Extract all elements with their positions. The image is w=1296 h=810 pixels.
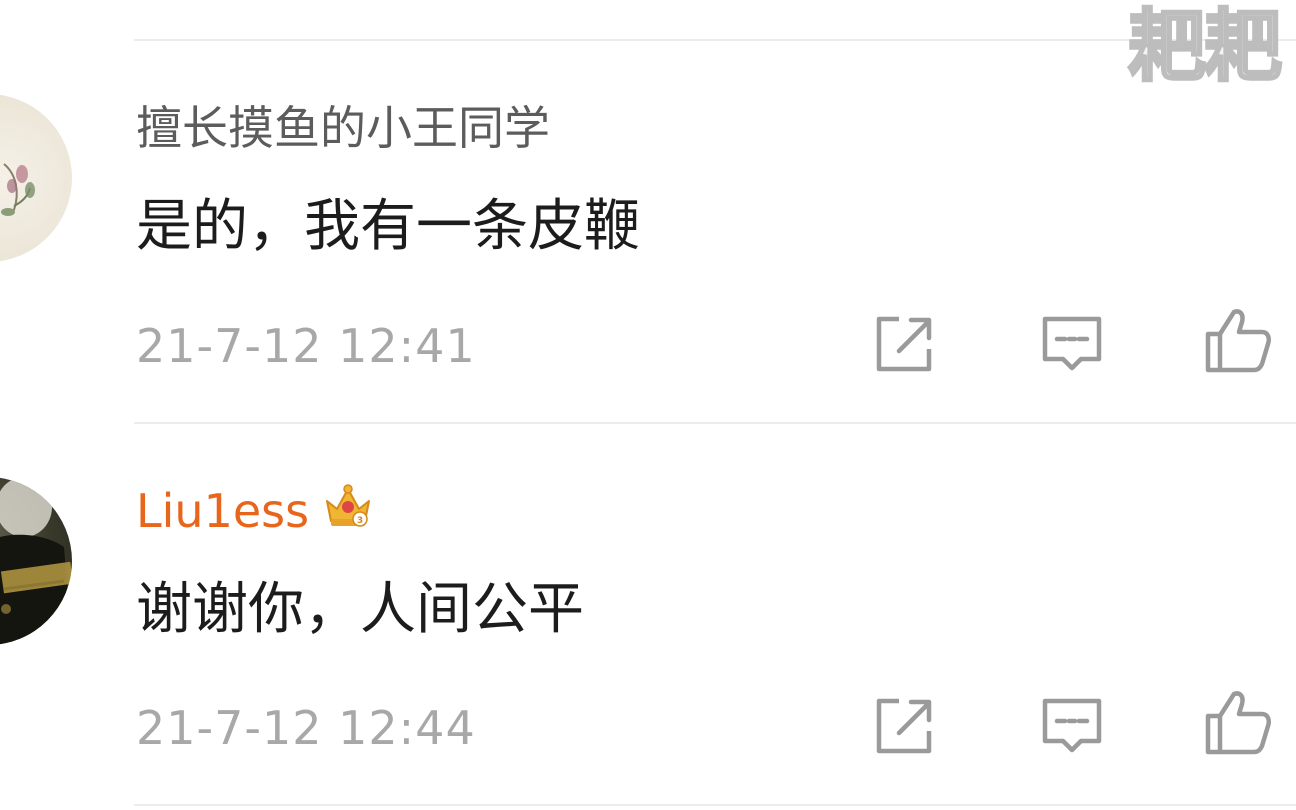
like-button[interactable]	[1202, 304, 1274, 376]
comment-divider	[134, 422, 1296, 424]
like-icon	[1205, 691, 1271, 755]
share-button[interactable]	[868, 308, 940, 380]
comment-username-text: Liu1ess	[136, 484, 310, 538]
reply-icon	[1042, 698, 1102, 753]
like-icon	[1205, 309, 1271, 373]
reply-button[interactable]	[1036, 690, 1108, 762]
vip-crown-graphic: 3	[326, 483, 371, 527]
comment-username[interactable]: 擅长摸鱼的小王同学	[136, 100, 550, 156]
watermark: 耙耙	[1126, 1, 1283, 94]
avatar-image	[1, 163, 35, 216]
comment-feed: 耙耙 擅长摸鱼的小王同学 是的，我有一条皮鞭 21-7-12 12:41 Liu…	[0, 0, 1296, 810]
share-button[interactable]	[868, 690, 940, 762]
avatar[interactable]	[0, 94, 72, 262]
top-divider	[134, 39, 1296, 41]
comment-text: 谢谢你，人间公平	[136, 577, 584, 642]
reply-button[interactable]	[1036, 308, 1108, 380]
svg-text:3: 3	[357, 516, 363, 526]
like-button[interactable]	[1202, 686, 1274, 758]
avatar[interactable]	[0, 477, 72, 645]
share-icon	[876, 316, 932, 372]
share-icon	[876, 698, 932, 754]
comment-username[interactable]: Liu1ess 3	[136, 483, 373, 541]
comment-timestamp: 21-7-12 12:41	[136, 319, 476, 373]
vip-crown-icon: 3	[323, 481, 373, 541]
avatar-image	[0, 477, 72, 645]
bottom-divider	[134, 804, 1296, 806]
comment-text: 是的，我有一条皮鞭	[136, 194, 640, 259]
comment-timestamp: 21-7-12 12:44	[136, 701, 476, 755]
reply-icon	[1042, 316, 1102, 371]
